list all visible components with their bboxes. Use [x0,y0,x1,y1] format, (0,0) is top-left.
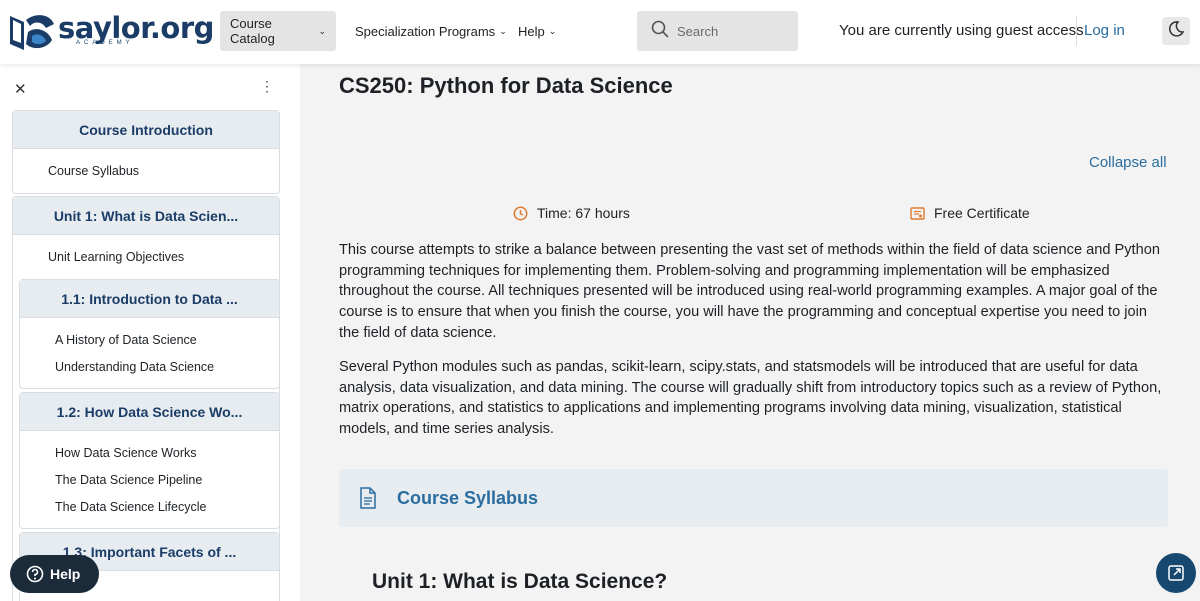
help-button-label: Help [50,566,81,582]
more-options-icon[interactable]: ⋮ [260,78,274,95]
course-syllabus-link[interactable]: Course Syllabus [397,488,538,509]
course-time: Time: 67 hours [513,205,630,221]
logo-subtitle: ACADEMY [76,40,134,46]
moon-icon [1167,20,1185,43]
sidebar-link-unit-learning-objectives[interactable]: Unit Learning Objectives [48,250,184,264]
search-icon [651,20,669,43]
logo-mark-icon [6,10,58,52]
login-link[interactable]: Log in [1084,22,1125,39]
section-title[interactable]: Unit 1: What is Data Scien... [13,197,279,235]
main-content: CS250: Python for Data Science Collapse … [300,64,1200,601]
sidebar-link-understanding-data-science[interactable]: Understanding Data Science [55,360,214,374]
section-title[interactable]: Course Introduction [13,111,279,149]
chevron-down-icon: ⌄ [318,25,326,36]
top-navbar: saylor.org ACADEMY Course Catalog ⌄ Spec… [0,0,1200,64]
sidebar-link-course-syllabus[interactable]: Course Syllabus [48,164,139,178]
nav-specialization-programs[interactable]: Specialization Programs ⌄ [345,11,517,51]
search-input[interactable] [677,23,787,39]
section-course-introduction: Course Introduction Course Syllabus [12,110,280,194]
page-title: CS250: Python for Data Science [339,73,673,98]
section-1-1: 1.1: Introduction to Data ... A History … [19,279,280,389]
collapse-all-link[interactable]: Collapse all [1089,154,1167,171]
sidebar-link-data-science-pipeline[interactable]: The Data Science Pipeline [55,473,202,487]
document-icon [360,487,376,509]
section-title[interactable]: 1.1: Introduction to Data ... [20,280,279,318]
sidebar-link-history-data-science[interactable]: A History of Data Science [55,333,197,347]
external-link-icon [1168,565,1184,581]
section-1-2: 1.2: How Data Science Wo... How Data Sci… [19,392,280,529]
close-icon[interactable]: ✕ [14,80,27,98]
nav-specialization-label: Specialization Programs [355,23,496,39]
question-icon [26,565,44,583]
nav-help-label: Help [518,23,545,39]
section-unit-1: Unit 1: What is Data Scien... Unit Learn… [12,196,280,601]
course-index-sidebar: ✕ ⋮ Course Introduction Course Syllabus … [0,64,300,601]
free-certificate: Free Certificate [910,205,1030,221]
course-time-text: Time: 67 hours [537,205,630,221]
certificate-icon [910,206,925,220]
sidebar-link-how-data-science-works[interactable]: How Data Science Works [55,446,197,460]
help-button[interactable]: Help [10,555,99,593]
course-syllabus-activity[interactable]: Course Syllabus [339,469,1168,527]
open-in-new-button[interactable] [1156,553,1196,593]
guest-access-text: You are currently using guest access [839,22,1084,39]
sidebar-link-data-science-lifecycle[interactable]: The Data Science Lifecycle [55,500,206,514]
chevron-down-icon: ⌄ [548,25,557,36]
clock-icon [513,206,528,220]
unit-1-heading: Unit 1: What is Data Science? [372,570,668,593]
section-title[interactable]: 1.2: How Data Science Wo... [20,393,279,431]
dark-mode-toggle[interactable] [1162,17,1190,45]
saylor-logo[interactable]: saylor.org ACADEMY [6,10,214,52]
nav-course-catalog-label: Course Catalog [230,16,275,46]
free-certificate-text: Free Certificate [934,205,1030,221]
nav-help[interactable]: Help ⌄ [508,11,566,51]
course-description-paragraph: This course attempts to strike a balance… [339,242,1160,341]
search-box[interactable] [637,11,798,51]
course-modules-paragraph: Several Python modules such as pandas, s… [339,359,1162,438]
header-divider [1076,16,1077,46]
chevron-down-icon: ⌄ [499,25,507,36]
nav-course-catalog[interactable]: Course Catalog ⌄ [220,11,336,51]
